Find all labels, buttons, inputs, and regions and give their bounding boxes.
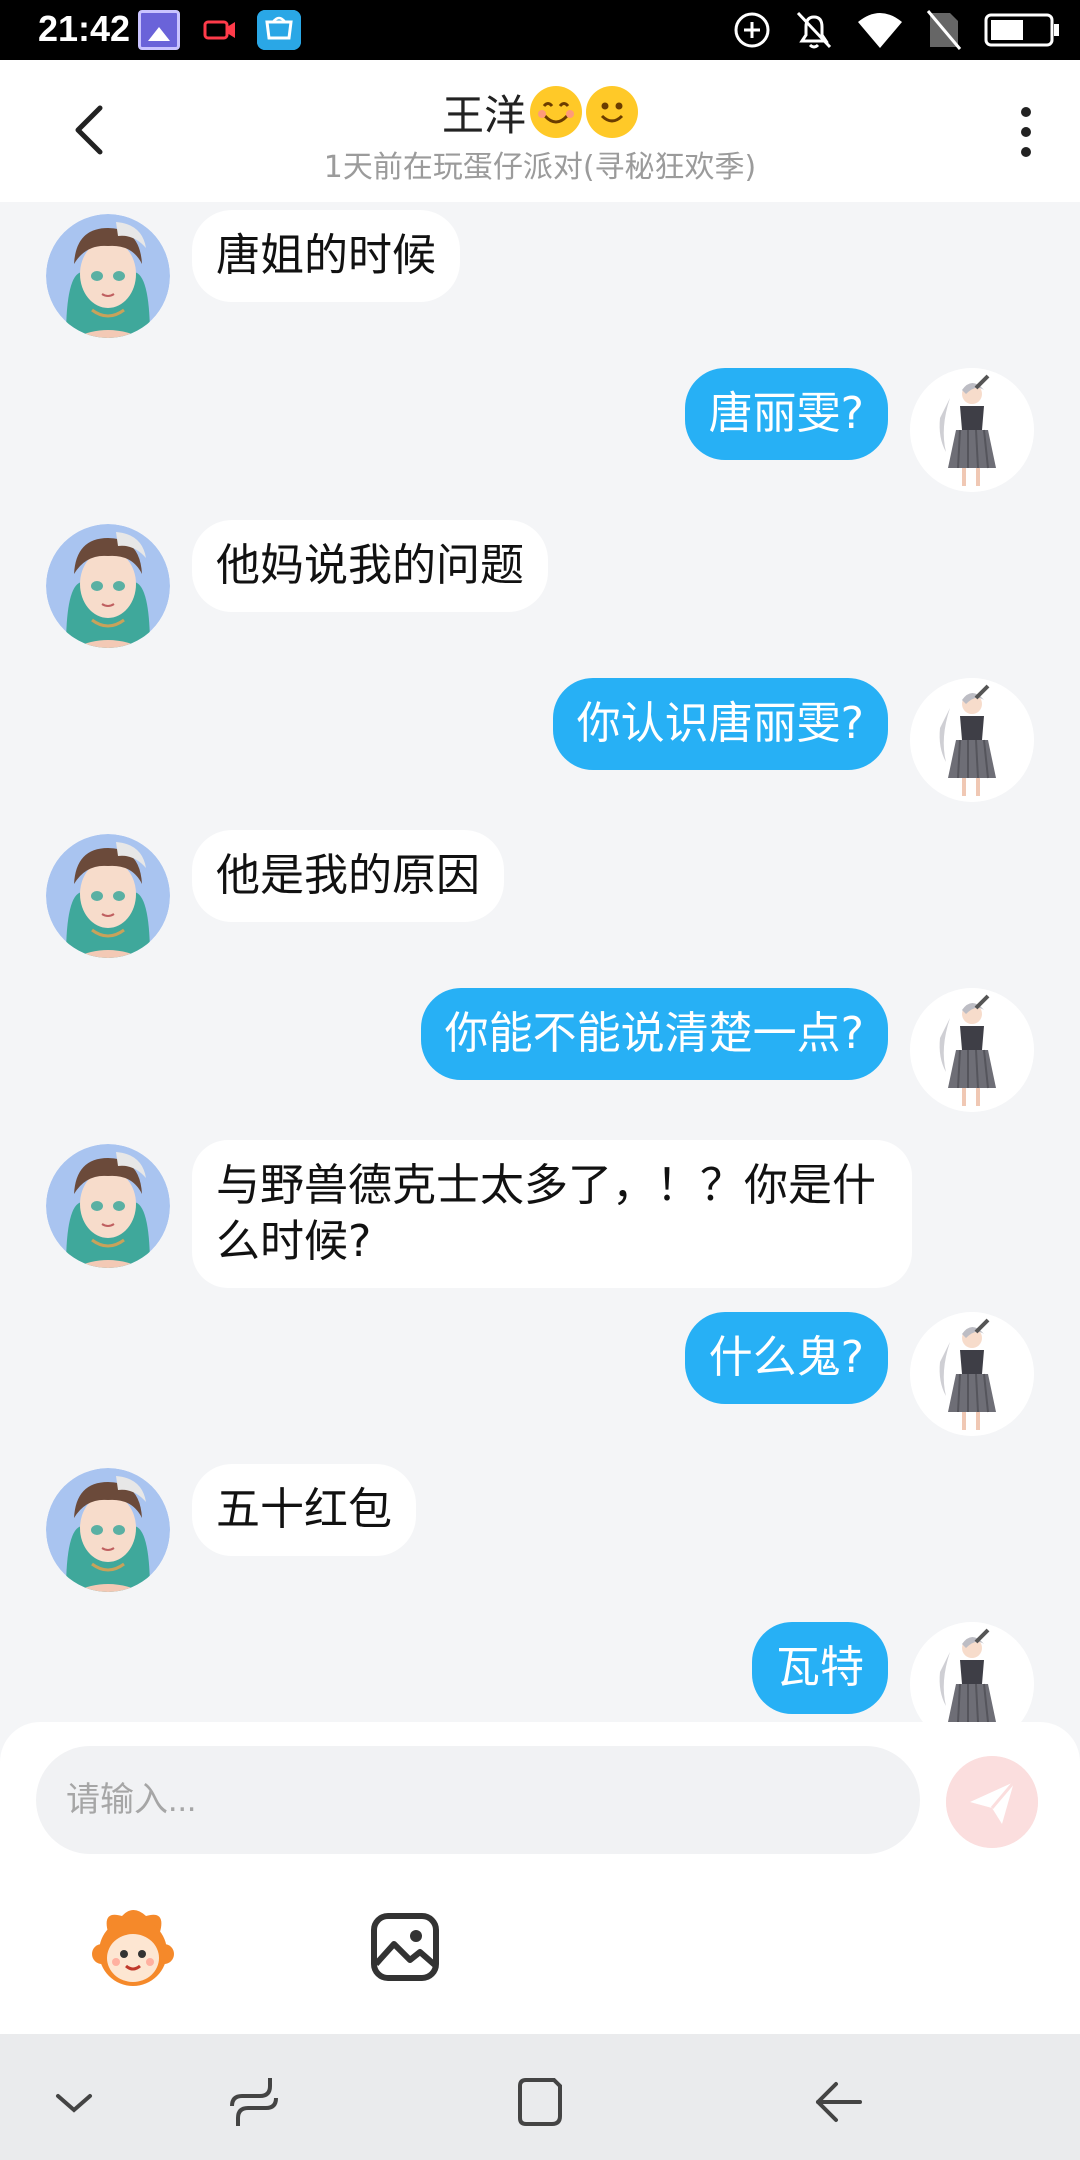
contact-avatar[interactable]: [46, 834, 170, 958]
contact-name: 王洋: [441, 91, 526, 140]
chat-header: 王洋 1天前在玩蛋仔派对(寻秘狂欢季): [0, 60, 1080, 202]
my-avatar[interactable]: [910, 1622, 1034, 1722]
incoming-message: 唐姐的时候: [0, 210, 1080, 354]
message-bubble[interactable]: 你认识唐丽雯?: [552, 678, 888, 770]
koobee-store-icon: [257, 10, 301, 50]
message-bubble[interactable]: 与野兽德克士太多了，！？你是什么时候?: [192, 1140, 912, 1288]
contact-avatar[interactable]: [46, 524, 170, 648]
incoming-message: 与野兽德克士太多了，！？你是什么时候?: [0, 1140, 1080, 1288]
image-picker-icon[interactable]: [360, 1902, 450, 1992]
screen-record-icon: [203, 20, 235, 40]
message-bubble[interactable]: 五十红包: [192, 1464, 416, 1556]
battery-icon: [984, 13, 1059, 47]
outgoing-message: 你认识唐丽雯?: [0, 678, 1080, 818]
home-icon[interactable]: [510, 2072, 570, 2132]
status-time: 21:42: [38, 8, 131, 49]
no-sim-icon: [926, 10, 962, 50]
my-avatar[interactable]: [910, 368, 1034, 492]
contact-avatar[interactable]: [46, 214, 170, 338]
sync-icon: [734, 12, 770, 48]
message-bubble[interactable]: 他是我的原因: [192, 830, 504, 922]
my-avatar[interactable]: [910, 1312, 1034, 1436]
more-options-button[interactable]: [1006, 100, 1046, 164]
monkey-sticker-icon[interactable]: [88, 1902, 178, 1992]
outgoing-message: 什么鬼?: [0, 1312, 1080, 1452]
wifi-icon: [858, 13, 902, 48]
gallery-icon: [138, 10, 180, 50]
status-bar: 21:42: [0, 0, 1080, 60]
contact-avatar[interactable]: [46, 1144, 170, 1268]
chat-title: 王洋: [0, 82, 1080, 143]
contact-avatar[interactable]: [46, 1468, 170, 1592]
message-bubble[interactable]: 什么鬼?: [684, 1312, 888, 1404]
incoming-message: 他是我的原因: [0, 830, 1080, 974]
composer: [0, 1722, 1080, 2034]
send-button[interactable]: [946, 1756, 1038, 1848]
message-bubble[interactable]: 你能不能说清楚一点?: [420, 988, 888, 1080]
outgoing-message: 唐丽雯?: [0, 368, 1080, 508]
message-bubble[interactable]: 唐姐的时候: [192, 210, 460, 302]
contact-status: 1天前在玩蛋仔派对(寻秘狂欢季): [323, 150, 757, 185]
message-input[interactable]: [36, 1746, 920, 1854]
outgoing-message: 瓦特: [0, 1622, 1080, 1722]
my-avatar[interactable]: [910, 988, 1034, 1112]
system-nav-bar: [0, 2034, 1080, 2160]
bell-off-icon: [796, 11, 832, 49]
smiling-emoji-icon: [586, 86, 638, 138]
outgoing-message: 你能不能说清楚一点?: [0, 988, 1080, 1128]
message-bubble[interactable]: 唐丽雯?: [684, 368, 888, 460]
message-bubble[interactable]: 瓦特: [752, 1622, 888, 1714]
message-bubble[interactable]: 他妈说我的问题: [192, 520, 548, 612]
smiling-emoji-icon: [530, 86, 582, 138]
chevron-down-icon[interactable]: [44, 2072, 104, 2132]
back-nav-icon[interactable]: [808, 2072, 868, 2132]
message-list[interactable]: 唐姐的时候唐丽雯? 他妈说我的问题 你认识唐丽雯? 他是我的原因你能不能说清楚一点? 与…: [0, 202, 1080, 1722]
my-avatar[interactable]: [910, 678, 1034, 802]
recent-apps-icon[interactable]: [224, 2072, 284, 2132]
incoming-message: 他妈说我的问题: [0, 520, 1080, 664]
incoming-message: 五十红包: [0, 1464, 1080, 1608]
